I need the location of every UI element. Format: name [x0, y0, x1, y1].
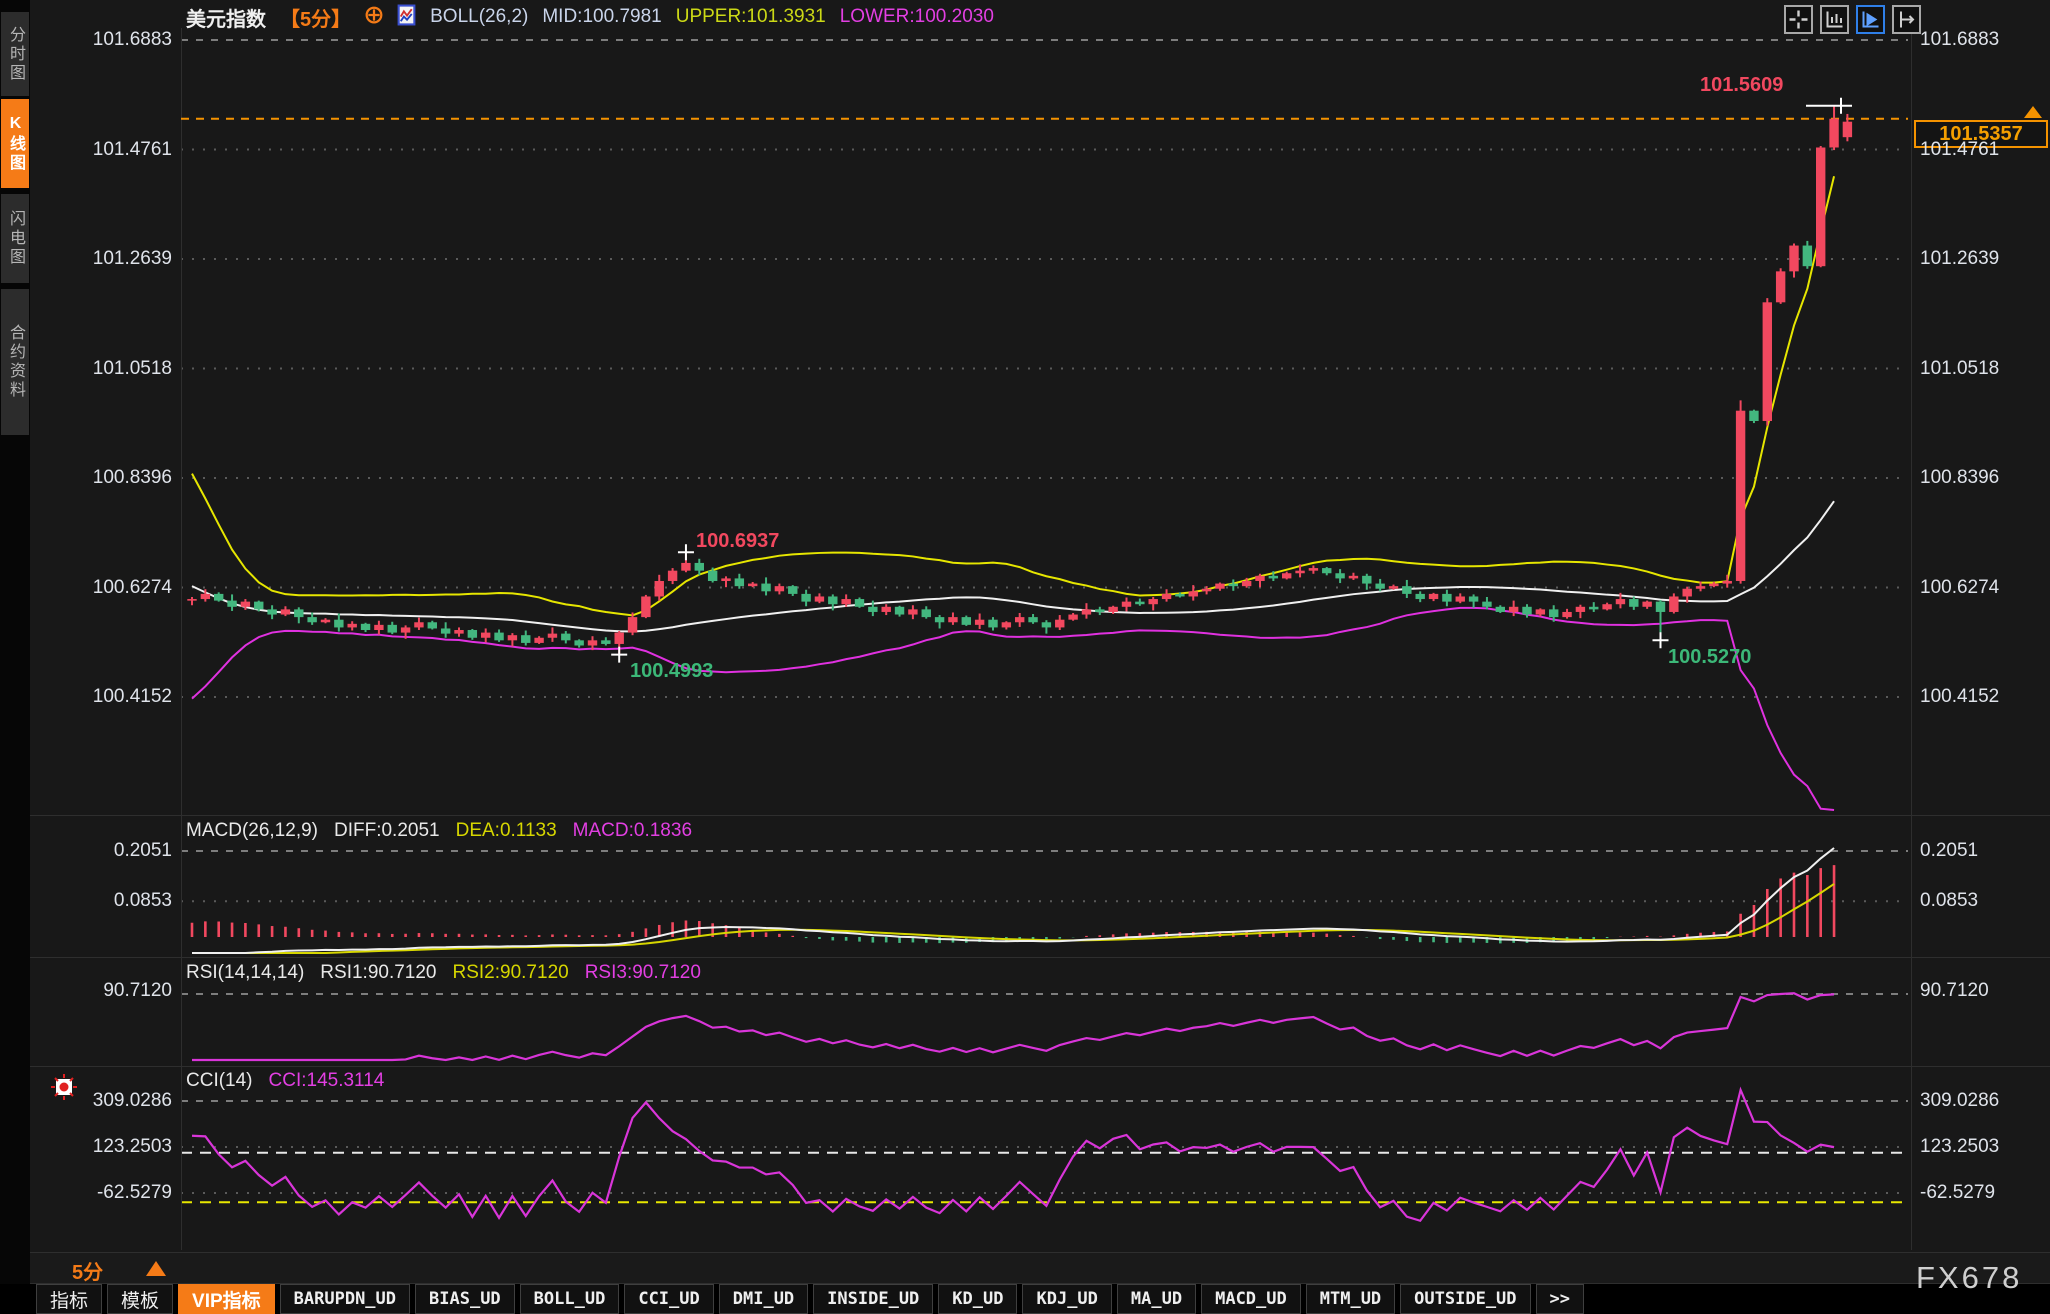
boll-lower-line	[192, 608, 1834, 810]
main-y-axis-label: 100.6274	[1920, 577, 2048, 599]
indicator-chart-icon[interactable]	[397, 4, 416, 31]
tab-macd[interactable]: MACD_UD	[1201, 1284, 1301, 1314]
macd-title: MACD(26,12,9)	[186, 820, 318, 842]
price-up-arrow-icon	[2024, 106, 2042, 118]
axis-scale-icon[interactable]	[1820, 5, 1849, 34]
main-y-axis-label: 101.0518	[1920, 358, 2048, 380]
local-high-label: 100.6937	[696, 530, 779, 553]
tab-more[interactable]: >>	[1536, 1284, 1584, 1314]
tab-kdj[interactable]: KDJ_UD	[1022, 1284, 1111, 1314]
macd-diff-line	[192, 848, 1834, 953]
pullback-low-label: 100.5270	[1668, 646, 1751, 669]
main-y-axis-label: 100.4152	[1920, 686, 2048, 708]
macd-y-axis-label: 0.0853	[1920, 890, 2048, 912]
trading-app: 分时图 K线图闪电图合约资料 美元指数 【5分】 BOLL(26,2) MID:1…	[0, 0, 2050, 1314]
cci-y-axis-label: -62.5279	[1920, 1182, 2048, 1204]
rsi-y-axis-label: 90.7120	[30, 980, 176, 1002]
main-y-axis-label: 101.2639	[1920, 248, 2048, 270]
rsi-header: RSI(14,14,14) RSI1:90.7120 RSI2:90.7120 …	[186, 962, 701, 984]
macd-y-axis-label: 0.0853	[30, 890, 176, 912]
tab-dmi[interactable]: DMI_UD	[719, 1284, 808, 1314]
main-y-axis-label: 100.8396	[1920, 467, 2048, 489]
main-y-axis-label: 100.8396	[30, 467, 176, 489]
boll-upper-line	[192, 176, 1834, 615]
local-low-label: 100.4993	[630, 660, 713, 683]
crosshair-icon[interactable]	[1784, 5, 1813, 34]
boll-bands	[192, 176, 1834, 810]
swing-high-label: 101.5609	[1700, 74, 1783, 97]
cci-value: CCI:145.3114	[269, 1070, 385, 1092]
cci-y-axis-label: -62.5279	[30, 1182, 176, 1204]
pane-separators	[30, 28, 2050, 1250]
tab-indicators[interactable]: 指标	[36, 1284, 102, 1314]
macd-dea-value: DEA:0.1133	[456, 820, 557, 842]
rsi-title: RSI(14,14,14)	[186, 962, 304, 984]
cci-layer	[192, 1090, 1834, 1221]
macd-dea-line	[192, 884, 1834, 953]
chart-header: 美元指数 【5分】 BOLL(26,2) MID:100.7981 UPPER:…	[186, 4, 994, 30]
boll-lower-value: LOWER:100.2030	[840, 6, 994, 28]
boll-upper-value: UPPER:101.3931	[676, 6, 826, 28]
macd-layer	[192, 848, 1834, 953]
sidebar-item-3[interactable]: 合约资料	[1, 289, 29, 435]
cci-y-axis-label: 123.2503	[30, 1136, 176, 1158]
sidebar-item-0[interactable]: 分时图	[1, 12, 29, 96]
main-y-axis-label: 100.4152	[30, 686, 176, 708]
macd-y-axis-label: 0.2051	[1920, 840, 2048, 862]
tab-kd[interactable]: KD_UD	[938, 1284, 1017, 1314]
tab-outside[interactable]: OUTSIDE_UD	[1400, 1284, 1530, 1314]
axis-pan-icon[interactable]	[1892, 5, 1921, 34]
main-y-axis-label: 101.0518	[30, 358, 176, 380]
timeframe-tag: 【5分】	[280, 3, 351, 32]
candlestick-layer	[187, 106, 1852, 654]
rsi-layer	[192, 993, 1834, 1060]
main-y-axis-label: 101.2639	[30, 248, 176, 270]
tab-boll[interactable]: BOLL_UD	[520, 1284, 620, 1314]
main-y-axis-label: 101.4761	[30, 139, 176, 161]
tab-templates[interactable]: 模板	[107, 1284, 173, 1314]
timeframe-up-arrow-icon[interactable]	[146, 1261, 166, 1276]
chart-toolbar	[1784, 5, 1921, 34]
timeframe-label[interactable]: 5分	[72, 1256, 103, 1285]
rsi2-value: RSI2:90.7120	[453, 962, 569, 984]
macd-diff-value: DIFF:0.2051	[334, 820, 440, 842]
rsi3-value: RSI3:90.7120	[585, 962, 701, 984]
tab-vip-indicators[interactable]: VIP指标	[178, 1284, 275, 1314]
rsi-line	[192, 993, 1834, 1060]
indicator-tab-bar: 指标模板VIP指标BARUPDN_UDBIAS_UDBOLL_UDCCI_UDD…	[0, 1284, 2050, 1314]
macd-macd-value: MACD:0.1836	[573, 820, 692, 842]
main-y-axis-label: 101.6883	[30, 29, 176, 51]
tab-cci[interactable]: CCI_UD	[624, 1284, 713, 1314]
sidebar-item-2[interactable]: 闪电图	[1, 194, 29, 283]
main-y-axis-label: 101.4761	[1920, 139, 2048, 161]
cci-header: CCI(14) CCI:145.3114	[186, 1070, 384, 1092]
boll-params-label: BOLL(26,2)	[430, 6, 528, 28]
symbol-name: 美元指数	[186, 3, 266, 32]
tab-bias[interactable]: BIAS_UD	[415, 1284, 515, 1314]
main-y-axis-label: 101.6883	[1920, 29, 2048, 51]
cci-line	[192, 1090, 1834, 1221]
sidebar: 分时图 K线图闪电图合约资料	[0, 0, 30, 1314]
main-y-axis-label: 100.6274	[30, 577, 176, 599]
timeframe-bar: 5分	[30, 1252, 2050, 1284]
sidebar-item-1[interactable]: K线图	[1, 99, 29, 188]
rsi1-value: RSI1:90.7120	[320, 962, 436, 984]
cci-y-axis-label: 309.0286	[30, 1090, 176, 1112]
cci-title: CCI(14)	[186, 1070, 253, 1092]
boll-mid-value: MID:100.7981	[542, 6, 661, 28]
tab-mtm[interactable]: MTM_UD	[1306, 1284, 1395, 1314]
axis-play-icon[interactable]	[1856, 5, 1885, 34]
tab-inside[interactable]: INSIDE_UD	[813, 1284, 933, 1314]
macd-y-axis-label: 0.2051	[30, 840, 176, 862]
globe-icon[interactable]	[365, 6, 383, 29]
cci-y-axis-label: 123.2503	[1920, 1136, 2048, 1158]
rsi-y-axis-label: 90.7120	[1920, 980, 2048, 1002]
gridlines	[181, 40, 1908, 1202]
brand-logo: FX678	[1916, 1260, 2022, 1296]
macd-header: MACD(26,12,9) DIFF:0.2051 DEA:0.1133 MAC…	[186, 820, 692, 842]
tab-barupdn[interactable]: BARUPDN_UD	[280, 1284, 410, 1314]
cci-y-axis-label: 309.0286	[1920, 1090, 2048, 1112]
tab-ma[interactable]: MA_UD	[1117, 1284, 1196, 1314]
